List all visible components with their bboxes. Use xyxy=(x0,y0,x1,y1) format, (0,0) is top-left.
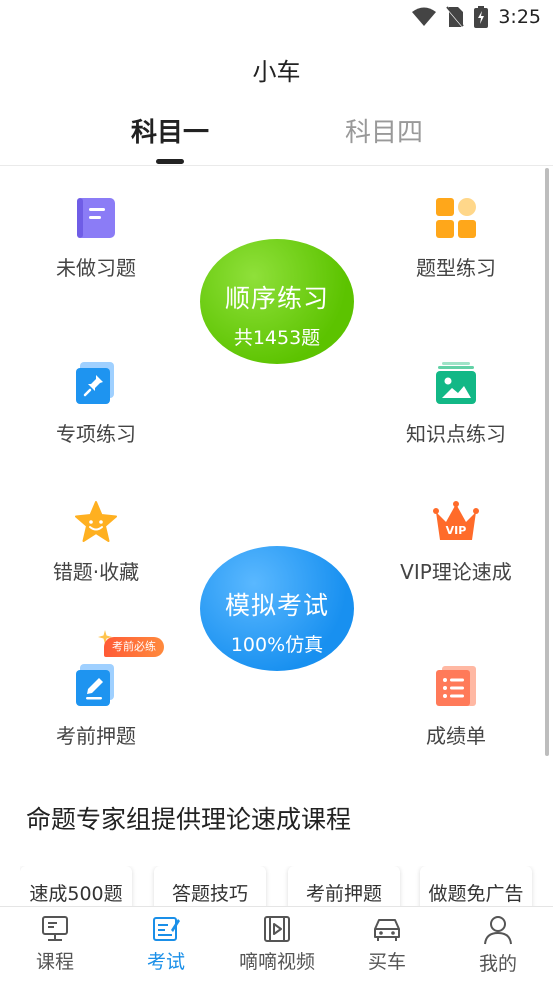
bottom-nav: 课程 考试 嘀嘀视频 买车 我的 xyxy=(0,906,553,983)
course-chip[interactable]: 做题免广告 xyxy=(420,866,532,908)
course-chip[interactable]: 答题技巧 xyxy=(154,866,266,908)
course-chip[interactable]: 考前押题 xyxy=(288,866,400,908)
course-chips: 速成500题 答题技巧 考前押题 做题免广告 xyxy=(20,866,550,908)
vip-theory-label: VIP理论速成 xyxy=(400,560,512,584)
wifi-icon xyxy=(412,7,437,26)
knowledge-point-practice-label: 知识点练习 xyxy=(406,422,506,446)
edit-icon xyxy=(76,664,114,706)
question-type-practice-item[interactable]: 题型练习 xyxy=(366,196,546,281)
report-list-icon xyxy=(436,666,476,706)
vip-theory-item[interactable]: VIP VIP理论速成 xyxy=(366,500,546,585)
pre-exam-prediction-label: 考前押题 xyxy=(56,724,136,748)
image-card-icon xyxy=(436,362,476,404)
sequential-practice-title: 顺序练习 xyxy=(224,284,329,313)
nav-item-buy-car[interactable]: 买车 xyxy=(332,915,442,974)
mock-exam-button[interactable]: 模拟考试 100%仿真 xyxy=(200,546,354,671)
score-report-item[interactable]: 成绩单 xyxy=(366,664,546,749)
unanswered-questions-item[interactable]: 未做习题 xyxy=(6,196,186,281)
page-title: 小车 xyxy=(252,58,301,86)
status-bar: 3:25 xyxy=(0,0,553,36)
nav-label-courses: 课程 xyxy=(35,951,74,973)
nav-item-profile[interactable]: 我的 xyxy=(443,915,553,976)
pin-icon xyxy=(76,362,114,404)
pre-exam-prediction-item[interactable]: 考前押题 xyxy=(6,664,186,749)
nav-item-videos[interactable]: 嘀嘀视频 xyxy=(222,915,332,974)
tab-indicator xyxy=(156,159,184,164)
wrong-and-favorites-label: 错题·收藏 xyxy=(52,560,140,584)
nav-label-videos: 嘀嘀视频 xyxy=(238,951,315,973)
sequential-practice-count: 共1453题 xyxy=(233,327,321,349)
svg-text:VIP: VIP xyxy=(446,524,467,537)
battery-charging-icon xyxy=(474,6,489,28)
mock-exam-title: 模拟考试 xyxy=(224,591,329,620)
score-report-label: 成绩单 xyxy=(426,724,486,748)
star-icon xyxy=(75,501,117,542)
video-icon xyxy=(264,916,290,942)
special-practice-label: 专项练习 xyxy=(56,422,136,446)
category-grid-icon xyxy=(436,198,476,238)
unanswered-questions-label: 未做习题 xyxy=(56,256,136,280)
must-practice-badge: 考前必练 xyxy=(104,637,164,657)
wrong-and-favorites-item[interactable]: 错题·收藏 xyxy=(6,500,186,585)
nav-label-exam: 考试 xyxy=(146,951,185,973)
monitor-icon xyxy=(42,916,68,941)
vip-crown-icon: VIP xyxy=(433,501,479,540)
tab-subject-one[interactable]: 科目一 xyxy=(90,112,250,149)
mock-exam-subtitle: 100%仿真 xyxy=(230,634,324,656)
exam-edit-icon xyxy=(153,917,180,941)
status-time: 3:25 xyxy=(498,6,541,28)
car-icon xyxy=(374,919,400,941)
course-section-title: 命题专家组提供理论速成课程 xyxy=(26,805,352,834)
question-type-practice-label: 题型练习 xyxy=(416,256,496,280)
sequential-practice-button[interactable]: 顺序练习 共1453题 xyxy=(200,239,354,364)
knowledge-point-practice-item[interactable]: 知识点练习 xyxy=(366,362,546,447)
nav-item-courses[interactable]: 课程 xyxy=(0,915,110,974)
tab-subject-four[interactable]: 科目四 xyxy=(304,112,464,149)
nav-label-buy-car: 买车 xyxy=(367,951,406,973)
status-icons: 3:25 xyxy=(412,6,541,28)
person-icon xyxy=(484,916,512,945)
no-sim-icon xyxy=(446,6,465,28)
subject-tabs: 科目一 科目四 xyxy=(0,112,553,166)
nav-item-exam[interactable]: 考试 xyxy=(111,915,221,974)
course-chip[interactable]: 速成500题 xyxy=(20,866,132,908)
nav-label-profile: 我的 xyxy=(478,953,517,975)
special-practice-item[interactable]: 专项练习 xyxy=(6,362,186,447)
notebook-icon xyxy=(77,198,115,238)
